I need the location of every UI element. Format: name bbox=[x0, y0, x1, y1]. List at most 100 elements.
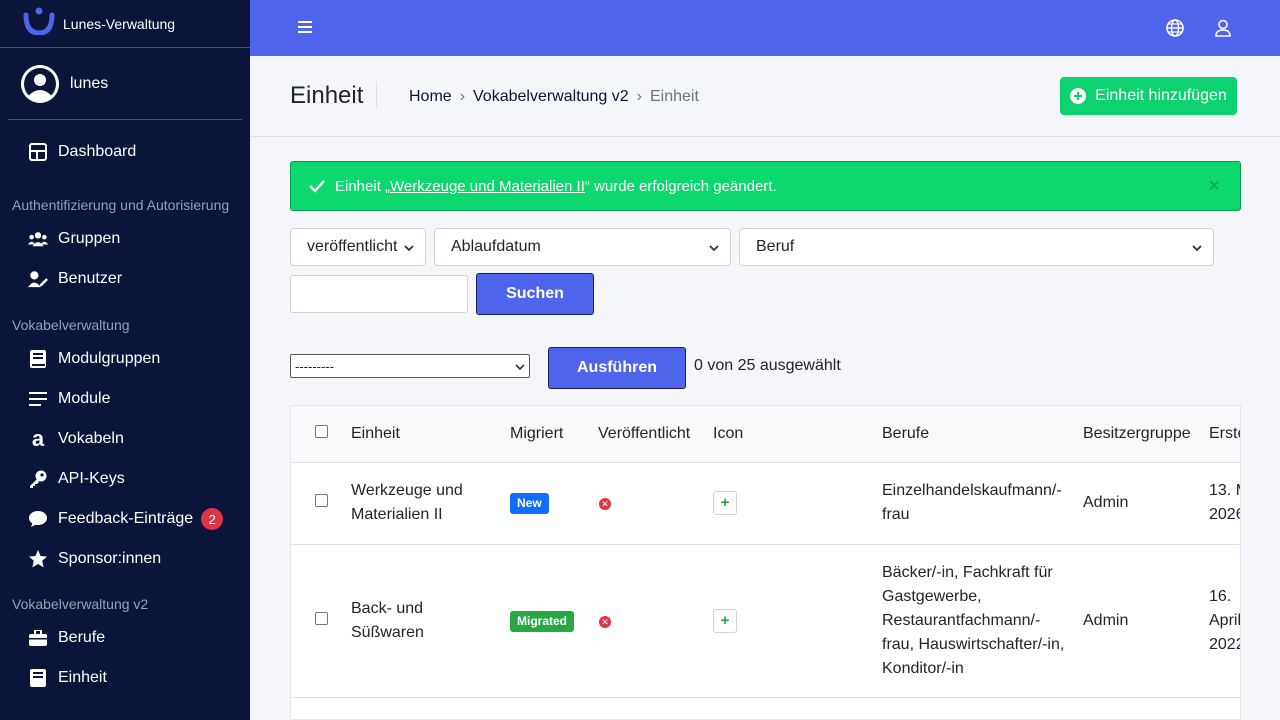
users-icon bbox=[28, 229, 48, 249]
user-menu-icon[interactable] bbox=[1214, 19, 1232, 42]
menu-toggle-icon[interactable] bbox=[297, 19, 313, 40]
add-icon-button[interactable]: + bbox=[713, 491, 737, 515]
column-header-migrated[interactable]: Migriert bbox=[510, 406, 598, 463]
chevron-down-icon bbox=[1192, 245, 1202, 252]
created-cell: 13. M2026 bbox=[1209, 462, 1240, 545]
alert-unit-link[interactable]: Werkzeuge und Materialien II bbox=[390, 178, 585, 195]
lunes-logo-icon bbox=[23, 7, 55, 35]
key-icon bbox=[28, 469, 48, 489]
created-cell: 16. bbox=[1209, 697, 1240, 719]
language-globe-icon[interactable] bbox=[1166, 19, 1184, 42]
column-header-icon[interactable]: Icon bbox=[713, 406, 882, 463]
close-icon[interactable]: × bbox=[1208, 175, 1220, 198]
dashboard-icon bbox=[28, 142, 48, 162]
chevron-down-icon bbox=[515, 364, 525, 371]
user-panel[interactable]: lunes bbox=[8, 48, 242, 120]
column-header-unit[interactable]: Einheit bbox=[351, 406, 510, 463]
column-header-professions[interactable]: Berufe bbox=[882, 406, 1083, 463]
not-published-icon: ✕ bbox=[599, 615, 611, 628]
comment-icon bbox=[28, 509, 48, 529]
column-header-created[interactable]: Erste bbox=[1209, 406, 1240, 463]
sidebar-item-label: API-Keys bbox=[58, 470, 125, 487]
table-header-row: Einheit Migriert Veröffentlicht Icon Ber… bbox=[291, 406, 1240, 463]
breadcrumb-vocab-v2[interactable]: Vokabelverwaltung v2 bbox=[473, 88, 629, 106]
sidebar-item-modulgruppen[interactable]: Modulgruppen bbox=[0, 339, 250, 379]
brand[interactable]: Lunes-Verwaltung bbox=[0, 0, 250, 48]
content-header: Einheit Home › Vokabelverwaltung v2 › Ei… bbox=[250, 56, 1280, 137]
column-header-published[interactable]: Veröffentlicht bbox=[598, 406, 713, 463]
profession-filter-select[interactable]: Beruf bbox=[739, 228, 1214, 266]
row-checkbox[interactable] bbox=[315, 494, 328, 507]
search-button[interactable]: Suchen bbox=[476, 273, 594, 315]
plus-circle-icon bbox=[1070, 88, 1087, 104]
published-filter-value: veröffentlicht bbox=[307, 238, 398, 255]
professions-cell: Bäcker/-in, Fachkraft für Gastgewerbe, R… bbox=[882, 544, 1083, 698]
chevron-down-icon bbox=[709, 245, 719, 252]
topbar bbox=[250, 0, 1280, 56]
migration-status-badge: Migrated bbox=[510, 610, 575, 632]
avatar-icon bbox=[21, 64, 59, 103]
sidebar-item-module[interactable]: Module bbox=[0, 379, 250, 419]
select-all-checkbox[interactable] bbox=[315, 424, 328, 438]
sidebar-item-dashboard[interactable]: Dashboard bbox=[0, 132, 250, 172]
sidebar-item-label: Sponsor:innen bbox=[58, 550, 162, 567]
table-row[interactable]: Back- und Süßwaren Migrated ✕ + Bäcker/-i… bbox=[291, 544, 1240, 698]
sidebar-item-vokabeln[interactable]: a Vokabeln bbox=[0, 419, 250, 459]
briefcase-icon bbox=[28, 628, 48, 648]
sidebar-item-label: Dashboard bbox=[58, 143, 137, 160]
sidebar-item-einheit[interactable]: Einheit bbox=[0, 658, 250, 698]
column-header-owner-group[interactable]: Besitzergruppe bbox=[1083, 406, 1209, 463]
sidebar: Lunes-Verwaltung lunes Dashboard Authent… bbox=[0, 0, 250, 720]
success-alert: Einheit „ Werkzeuge und Materialien II “ w… bbox=[290, 161, 1241, 211]
brand-name: Lunes-Verwaltung bbox=[63, 15, 176, 32]
table-row[interactable]: 16. bbox=[291, 697, 1240, 719]
sidebar-item-feedback[interactable]: Feedback-Einträge 2 bbox=[0, 499, 250, 539]
breadcrumb-separator: › bbox=[636, 88, 642, 105]
bulk-action-value: --------- bbox=[295, 358, 334, 374]
chevron-down-icon bbox=[404, 245, 414, 252]
star-icon bbox=[28, 549, 48, 569]
sidebar-item-users[interactable]: Benutzer bbox=[0, 259, 250, 299]
not-published-icon: ✕ bbox=[599, 498, 611, 510]
search-input[interactable] bbox=[290, 275, 468, 313]
profession-filter-value: Beruf bbox=[756, 238, 795, 255]
user-name: lunes bbox=[70, 74, 109, 92]
feedback-count-badge: 2 bbox=[201, 508, 224, 530]
expiry-filter-value: Ablaufdatum bbox=[451, 238, 541, 255]
add-unit-button[interactable]: Einheit hinzufügen bbox=[1060, 77, 1237, 115]
breadcrumb-separator: › bbox=[459, 88, 466, 105]
sidebar-item-berufe[interactable]: Berufe bbox=[0, 618, 250, 658]
sidebar-item-sponsors[interactable]: Sponsor:innen bbox=[0, 539, 250, 579]
bulk-action-select[interactable]: --------- bbox=[290, 354, 530, 378]
run-action-button[interactable]: Ausführen bbox=[548, 347, 686, 389]
alert-suffix: “ wurde erfolgreich geändert. bbox=[584, 177, 777, 195]
breadcrumb-current: Einheit bbox=[650, 88, 699, 105]
breadcrumb: Home › Vokabelverwaltung v2 › Einheit bbox=[409, 88, 699, 106]
row-checkbox[interactable] bbox=[315, 611, 328, 625]
sidebar-section-vocab-v2: Vokabelverwaltung v2 bbox=[12, 596, 149, 612]
sidebar-item-label: Module bbox=[58, 390, 111, 407]
page-title: Einheit bbox=[290, 82, 364, 109]
alert-prefix: Einheit „ bbox=[335, 177, 391, 195]
sidebar-item-label: Feedback-Einträge bbox=[58, 510, 194, 527]
sidebar-section-auth: Authentifizierung und Autorisierung bbox=[12, 197, 230, 213]
selection-counter: 0 von 25 ausgewählt bbox=[694, 357, 841, 374]
owner-group-cell: Admin bbox=[1083, 544, 1209, 698]
unit-name-cell[interactable]: Werkzeuge und Materialien II bbox=[351, 462, 510, 545]
published-filter-select[interactable]: veröffentlicht bbox=[290, 228, 426, 266]
table-row[interactable]: Werkzeuge und Materialien II New ✕ + Einz… bbox=[291, 462, 1240, 545]
sidebar-item-label: Benutzer bbox=[58, 270, 123, 287]
professions-cell: Einzelhandelskaufmann/- frau bbox=[882, 462, 1083, 545]
sidebar-item-groups[interactable]: Gruppen bbox=[0, 219, 250, 259]
expiry-filter-select[interactable]: Ablaufdatum bbox=[434, 228, 731, 266]
user-edit-icon bbox=[28, 269, 48, 289]
add-icon-button[interactable]: + bbox=[713, 608, 737, 633]
sidebar-item-label: Modulgruppen bbox=[58, 350, 161, 367]
owner-group-cell: Admin bbox=[1083, 462, 1209, 545]
sidebar-item-api-keys[interactable]: API-Keys bbox=[0, 459, 250, 499]
unit-name-cell[interactable]: Back- und Süßwaren bbox=[351, 544, 510, 698]
breadcrumb-home[interactable]: Home bbox=[409, 88, 452, 106]
list-icon bbox=[28, 389, 48, 409]
units-table: Einheit Migriert Veröffentlicht Icon Ber… bbox=[290, 405, 1241, 720]
book-icon bbox=[28, 668, 48, 688]
